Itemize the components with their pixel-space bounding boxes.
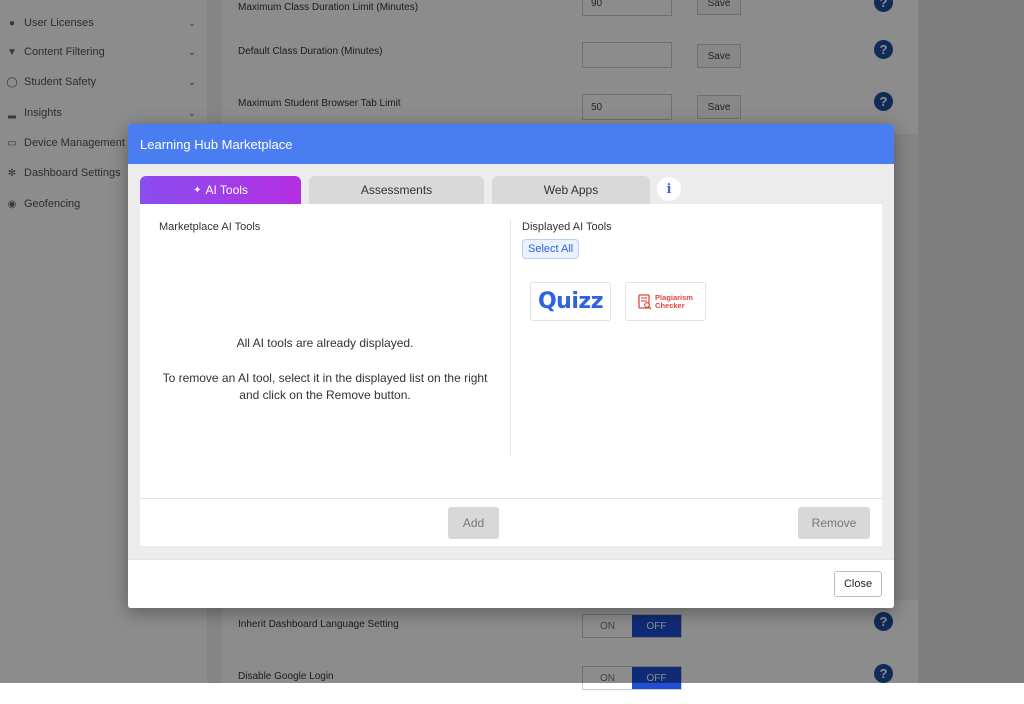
- document-search-icon: [638, 293, 652, 309]
- empty-message: All AI tools are already displayed.: [236, 336, 414, 350]
- displayed-ai-tools-title: Displayed AI Tools: [522, 221, 612, 233]
- marketplace-ai-tools-title: Marketplace AI Tools: [159, 221, 261, 233]
- modal-header: Learning Hub Marketplace: [128, 124, 894, 164]
- panel-divider: [140, 498, 882, 499]
- modal-body: ✦ AI Tools Assessments Web Apps i Market…: [128, 164, 894, 559]
- remove-button[interactable]: Remove: [798, 507, 870, 539]
- empty-instructions-line1: To remove an AI tool, select it in the d…: [162, 371, 488, 385]
- learning-hub-marketplace-modal: Learning Hub Marketplace ✦ AI Tools Asse…: [128, 124, 894, 608]
- tab-web-apps[interactable]: Web Apps: [492, 176, 650, 204]
- quizz-logo: Quizz: [537, 289, 604, 314]
- ai-tools-panel: Marketplace AI Tools All AI tools are al…: [140, 204, 882, 546]
- tool-card-plagiarism-checker[interactable]: Plagiarism Checker: [625, 282, 706, 321]
- tab-label: Web Apps: [543, 183, 599, 197]
- empty-instructions-line2: and click on the Remove button.: [239, 388, 411, 402]
- tab-label: AI Tools: [205, 183, 248, 197]
- select-all-button[interactable]: Select All: [522, 239, 580, 259]
- tab-ai-tools[interactable]: ✦ AI Tools: [140, 176, 301, 204]
- info-icon[interactable]: i: [657, 177, 681, 201]
- modal-footer: Close: [128, 559, 894, 608]
- tool-card-quizz[interactable]: Quizz: [530, 282, 611, 321]
- tab-assessments[interactable]: Assessments: [309, 176, 484, 204]
- column-divider: [510, 220, 511, 456]
- tab-label: Assessments: [360, 183, 433, 197]
- plagiarism-logo-line2: Checker: [655, 300, 685, 310]
- modal-title: Learning Hub Marketplace: [140, 136, 293, 152]
- plagiarism-checker-logo: Plagiarism Checker: [638, 293, 693, 310]
- close-button[interactable]: Close: [834, 571, 882, 597]
- add-button[interactable]: Add: [448, 507, 499, 539]
- sparkle-icon: ✦: [193, 184, 202, 196]
